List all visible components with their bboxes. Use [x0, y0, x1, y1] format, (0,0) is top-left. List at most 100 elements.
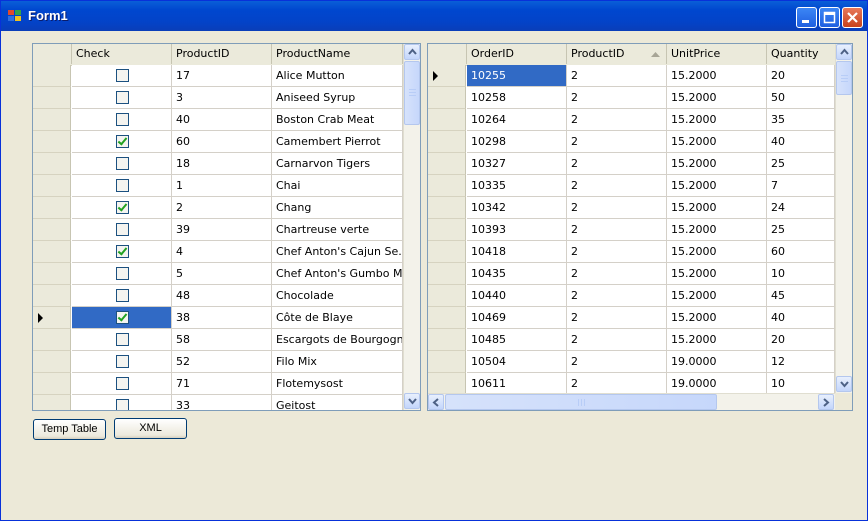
minimize-button[interactable]: [796, 7, 817, 28]
productname-cell[interactable]: Aniseed Syrup: [272, 87, 403, 109]
row-checkbox[interactable]: [116, 69, 129, 82]
check-cell[interactable]: [72, 175, 172, 197]
productid-cell[interactable]: 52: [172, 351, 272, 373]
orders-row-header[interactable]: [428, 153, 466, 175]
orderid-cell[interactable]: 10298: [467, 131, 567, 153]
products-row-header[interactable]: [33, 263, 71, 285]
check-cell[interactable]: [72, 395, 172, 410]
products-row-header[interactable]: [33, 109, 71, 131]
quantity-cell[interactable]: 50: [767, 87, 835, 109]
productname-cell[interactable]: Carnarvon Tigers: [272, 153, 403, 175]
orderid-cell[interactable]: 10485: [467, 329, 567, 351]
order-productid-cell[interactable]: 2: [567, 65, 667, 87]
row-checkbox[interactable]: [116, 267, 129, 280]
productid-cell[interactable]: 17: [172, 65, 272, 87]
row-checkbox[interactable]: [116, 223, 129, 236]
row-checkbox[interactable]: [116, 201, 129, 214]
maximize-button[interactable]: [819, 7, 840, 28]
productid-cell[interactable]: 3: [172, 87, 272, 109]
unitprice-cell[interactable]: 15.2000: [667, 87, 767, 109]
quantity-cell[interactable]: 7: [767, 175, 835, 197]
header-productname[interactable]: ProductName: [272, 44, 403, 64]
quantity-cell[interactable]: 45: [767, 285, 835, 307]
row-checkbox[interactable]: [116, 135, 129, 148]
products-datagridview[interactable]: Check ProductID ProductName 17 Alice Mutt…: [32, 43, 421, 411]
products-row-header[interactable]: [33, 285, 71, 307]
unitprice-cell[interactable]: 19.0000: [667, 373, 767, 395]
quantity-cell[interactable]: 10: [767, 263, 835, 285]
row-checkbox[interactable]: [116, 91, 129, 104]
orders-vertical-scrollbar[interactable]: [835, 44, 852, 393]
products-row-header[interactable]: [33, 131, 71, 153]
orderid-cell[interactable]: 10469: [467, 307, 567, 329]
check-cell[interactable]: [72, 65, 172, 87]
order-productid-cell[interactable]: 2: [567, 351, 667, 373]
productname-cell[interactable]: Geitost: [272, 395, 403, 410]
row-checkbox[interactable]: [116, 333, 129, 346]
products-row-header[interactable]: [33, 175, 71, 197]
products-row-header[interactable]: [33, 153, 71, 175]
products-scroll-down-button[interactable]: [404, 393, 420, 409]
app-icon[interactable]: [8, 10, 22, 22]
products-row-header[interactable]: [33, 329, 71, 351]
xml-button[interactable]: XML: [114, 418, 187, 439]
header-quantity[interactable]: Quantity: [767, 44, 835, 64]
orders-scroll-thumb[interactable]: [836, 61, 852, 95]
orderid-cell[interactable]: 10327: [467, 153, 567, 175]
quantity-cell[interactable]: 25: [767, 153, 835, 175]
productname-cell[interactable]: Escargots de Bourgogne: [272, 329, 403, 351]
check-cell[interactable]: [72, 197, 172, 219]
header-unitprice[interactable]: UnitPrice: [667, 44, 767, 64]
check-cell[interactable]: [72, 87, 172, 109]
check-cell[interactable]: [72, 285, 172, 307]
orders-row-header[interactable]: [428, 65, 466, 87]
orders-hscroll-thumb[interactable]: [445, 394, 717, 410]
quantity-cell[interactable]: 25: [767, 219, 835, 241]
products-row-header[interactable]: [33, 351, 71, 373]
productid-cell[interactable]: 58: [172, 329, 272, 351]
productname-cell[interactable]: Chocolade: [272, 285, 403, 307]
orders-scroll-up-button[interactable]: [836, 44, 852, 60]
productname-cell[interactable]: Boston Crab Meat: [272, 109, 403, 131]
productid-cell[interactable]: 18: [172, 153, 272, 175]
row-checkbox[interactable]: [116, 377, 129, 390]
unitprice-cell[interactable]: 15.2000: [667, 153, 767, 175]
products-row-header[interactable]: [33, 197, 71, 219]
orderid-cell[interactable]: 10264: [467, 109, 567, 131]
row-checkbox[interactable]: [116, 245, 129, 258]
quantity-cell[interactable]: 35: [767, 109, 835, 131]
productid-cell[interactable]: 1: [172, 175, 272, 197]
check-cell[interactable]: [72, 373, 172, 395]
products-row-header[interactable]: [33, 65, 71, 87]
orderid-cell[interactable]: 10435: [467, 263, 567, 285]
quantity-cell[interactable]: 10: [767, 373, 835, 395]
orders-row-header[interactable]: [428, 109, 466, 131]
row-checkbox[interactable]: [116, 311, 129, 324]
productid-cell[interactable]: 2: [172, 197, 272, 219]
quantity-cell[interactable]: 24: [767, 197, 835, 219]
check-cell[interactable]: [72, 131, 172, 153]
quantity-cell[interactable]: 20: [767, 65, 835, 87]
products-scroll-thumb[interactable]: [404, 61, 420, 125]
orderid-cell[interactable]: 10335: [467, 175, 567, 197]
orders-row-header[interactable]: [428, 351, 466, 373]
order-productid-cell[interactable]: 2: [567, 285, 667, 307]
unitprice-cell[interactable]: 15.2000: [667, 109, 767, 131]
unitprice-cell[interactable]: 19.0000: [667, 351, 767, 373]
productname-cell[interactable]: Chef Anton's Cajun Se...: [272, 241, 403, 263]
check-cell[interactable]: [72, 241, 172, 263]
productid-cell[interactable]: 71: [172, 373, 272, 395]
productid-cell[interactable]: 4: [172, 241, 272, 263]
products-row-header[interactable]: [33, 373, 71, 395]
order-productid-cell[interactable]: 2: [567, 87, 667, 109]
order-productid-cell[interactable]: 2: [567, 131, 667, 153]
orders-row-header[interactable]: [428, 263, 466, 285]
productname-cell[interactable]: Flotemysost: [272, 373, 403, 395]
productname-cell[interactable]: Chai: [272, 175, 403, 197]
products-row-header[interactable]: [33, 219, 71, 241]
quantity-cell[interactable]: 60: [767, 241, 835, 263]
productname-cell[interactable]: Chartreuse verte: [272, 219, 403, 241]
check-cell[interactable]: [72, 153, 172, 175]
unitprice-cell[interactable]: 15.2000: [667, 65, 767, 87]
orderid-cell[interactable]: 10342: [467, 197, 567, 219]
